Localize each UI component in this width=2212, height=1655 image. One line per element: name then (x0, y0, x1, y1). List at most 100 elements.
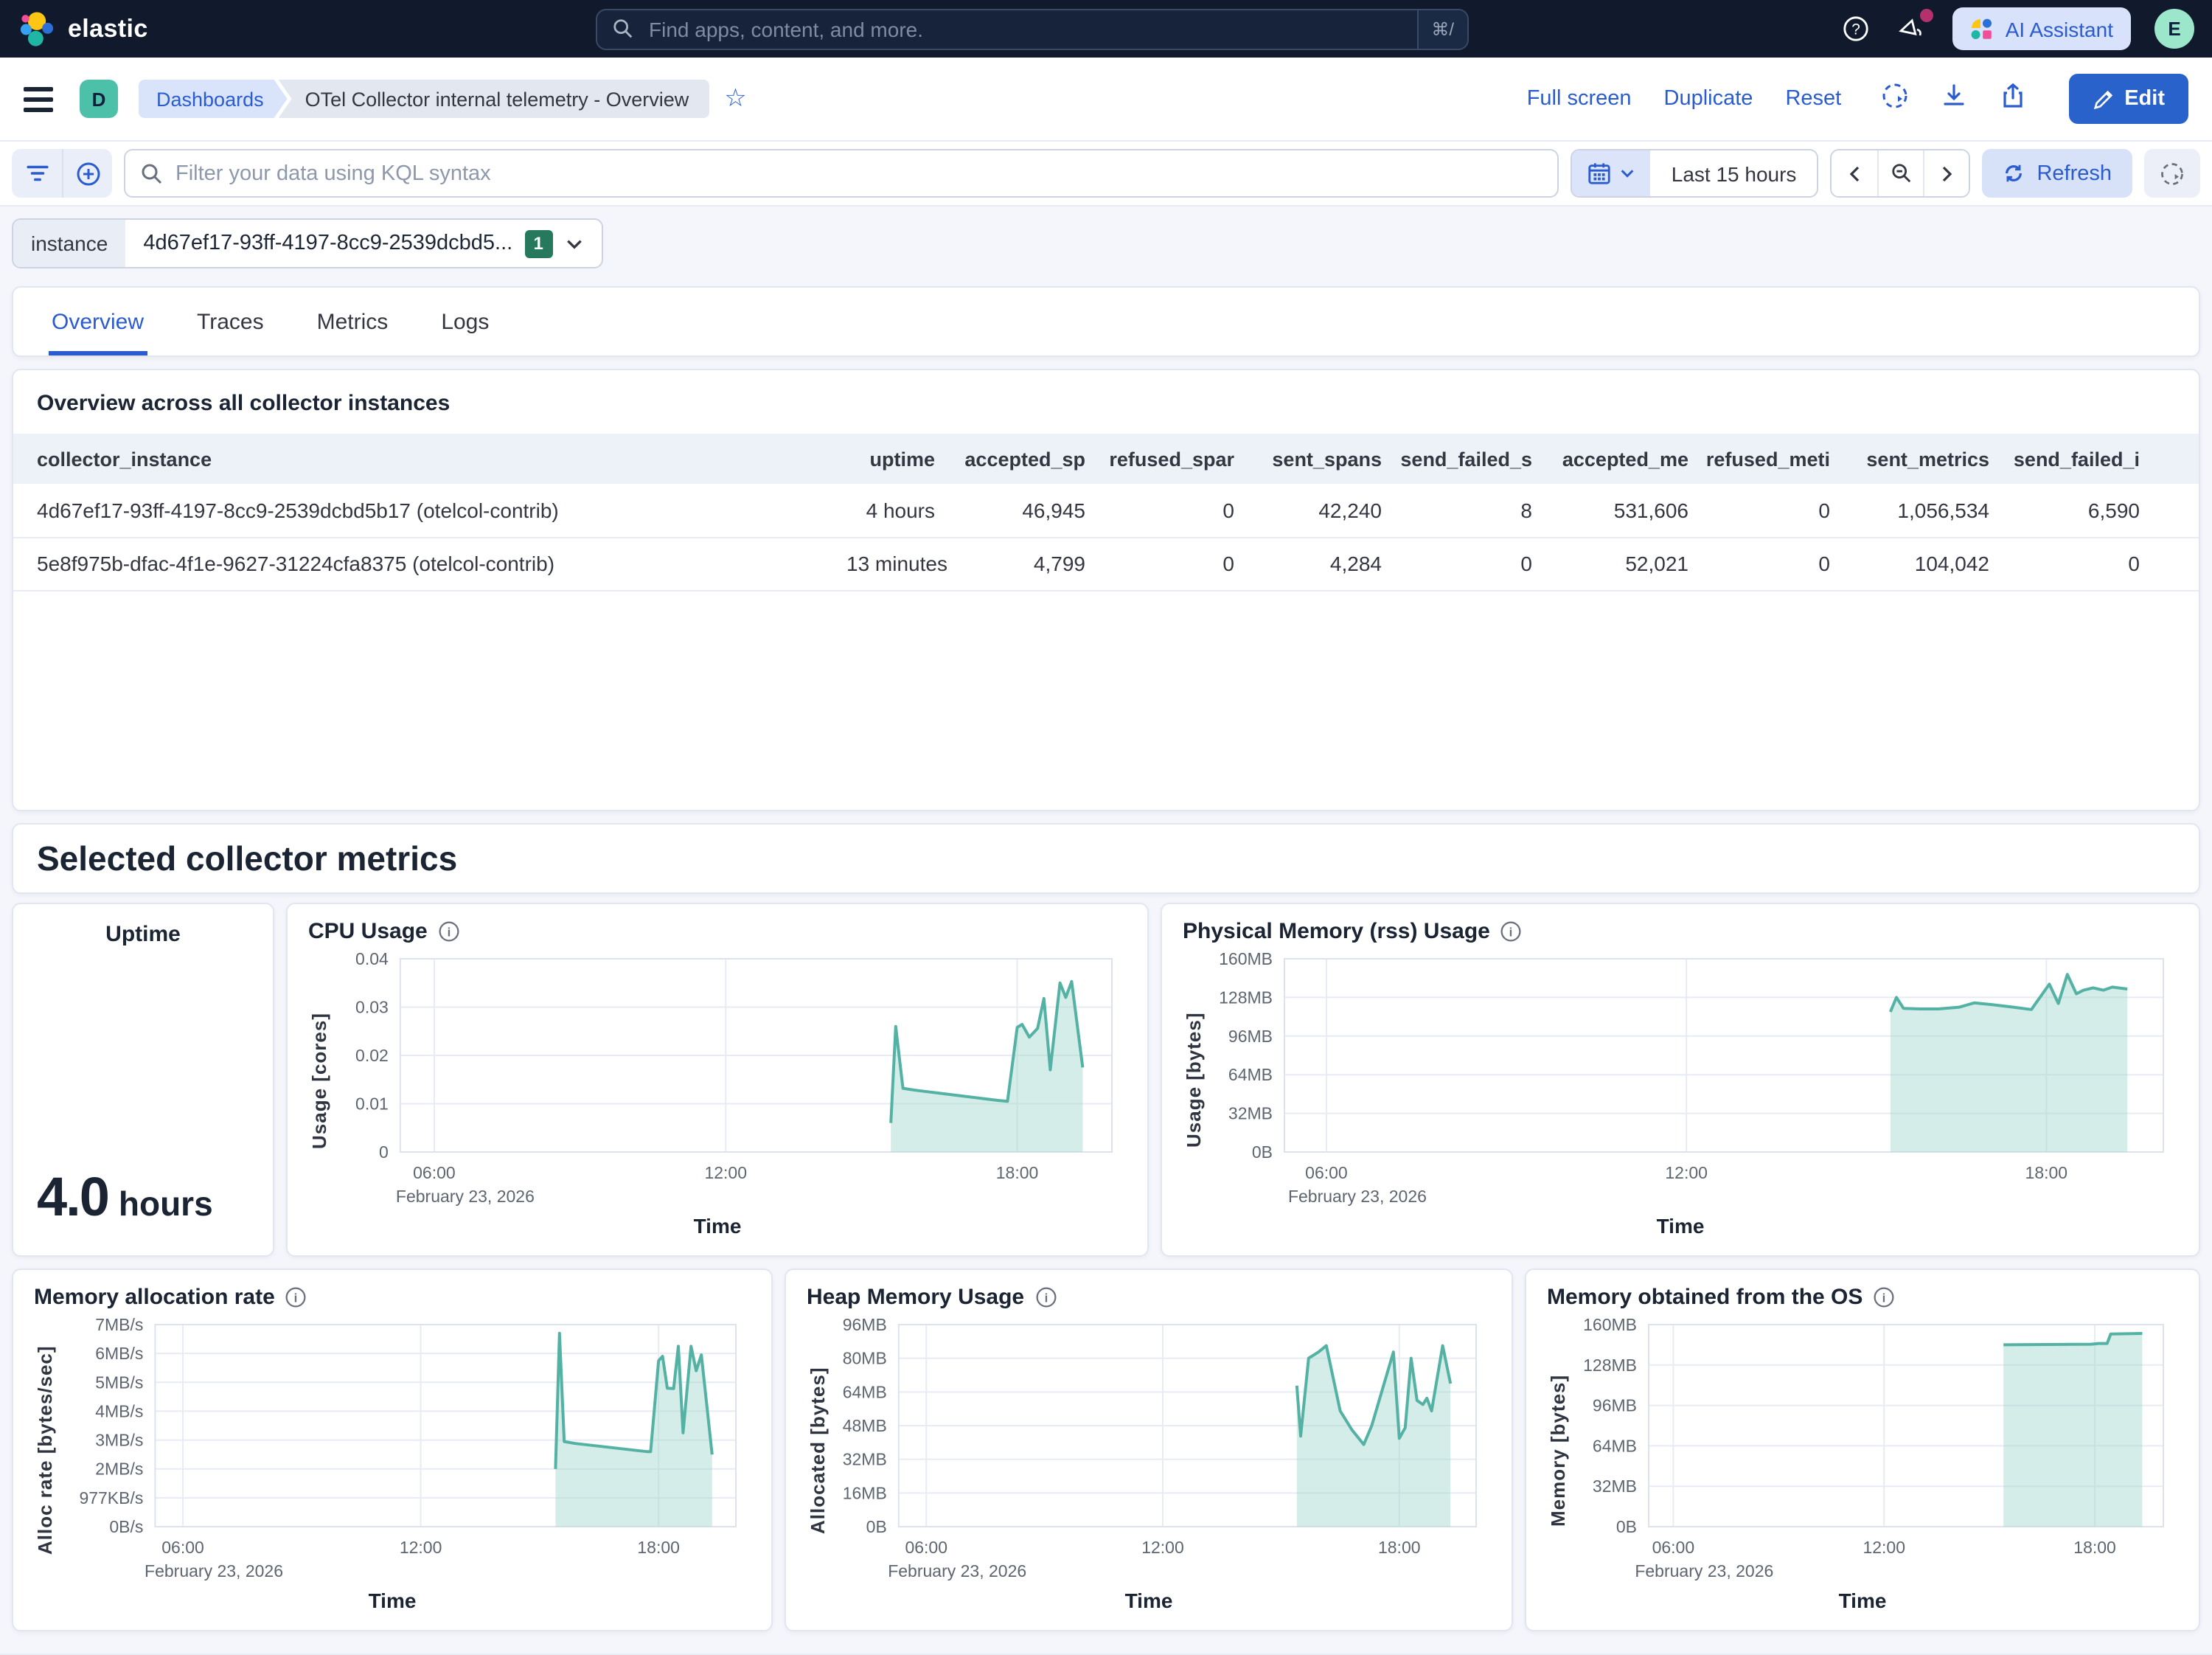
svg-text:160MB: 160MB (1583, 1316, 1637, 1334)
time-range-label[interactable]: Last 15 hours (1651, 162, 1818, 185)
svg-text:80MB: 80MB (843, 1349, 887, 1368)
tab-metrics[interactable]: Metrics (314, 291, 392, 355)
cpu-y-axis-label: Usage [cores] (308, 950, 338, 1211)
favorite-star-icon[interactable]: ☆ (724, 84, 747, 114)
ai-assistant-label: AI Assistant (2006, 17, 2113, 41)
auto-refresh-icon[interactable] (2144, 149, 2200, 198)
heap-memory-usage-chart: 0B16MB32MB48MB64MB80MB96MB06:0012:0018:0… (836, 1316, 1491, 1586)
schedule-report-icon[interactable] (1879, 80, 1909, 117)
avatar[interactable]: E (2154, 9, 2194, 49)
reset-link[interactable]: Reset (1785, 87, 1841, 111)
kql-query-input-wrap[interactable] (124, 149, 1559, 198)
column-header[interactable]: collector_instance (13, 434, 846, 484)
svg-text:128MB: 128MB (1219, 988, 1273, 1007)
svg-text:64MB: 64MB (1228, 1065, 1273, 1084)
edit-button[interactable]: Edit (2068, 74, 2188, 124)
tab-overview[interactable]: Overview (49, 291, 147, 355)
table-cell: 2 (2154, 484, 2200, 537)
heap-chart-title: Heap Memory Usage (807, 1285, 1024, 1310)
column-header[interactable]: accepted_sp (950, 434, 1100, 484)
cpu-x-axis-label: Time (308, 1211, 1127, 1243)
metrics-section-title: Selected collector metrics (37, 839, 457, 878)
alloc-y-axis-label: Alloc rate [bytes/sec] (34, 1316, 63, 1586)
info-icon[interactable]: i (438, 920, 460, 943)
instance-control[interactable]: instance 4d67ef17-93ff-4197-8cc9-2539dcb… (12, 218, 602, 268)
refresh-button[interactable]: Refresh (1982, 149, 2132, 198)
column-header[interactable]: refused_spar (1100, 434, 1249, 484)
metrics-section-header: Selected collector metrics (12, 823, 2200, 894)
uptime-panel[interactable]: Uptime 4.0 hours (12, 903, 274, 1257)
whats-new-icon[interactable] (1896, 13, 1929, 45)
info-icon[interactable]: i (1034, 1286, 1057, 1308)
svg-text:February 23, 2026: February 23, 2026 (1288, 1187, 1427, 1206)
kql-query-input[interactable] (175, 162, 1543, 185)
info-icon[interactable]: i (285, 1286, 307, 1308)
column-header[interactable]: accepted_me (1547, 434, 1703, 484)
tab-list: Overview Traces Metrics Logs (12, 286, 2200, 357)
column-header[interactable]: uptime (846, 434, 950, 484)
tab-traces[interactable]: Traces (194, 291, 267, 355)
date-picker-button[interactable] (1573, 150, 1651, 196)
heap-memory-usage-panel[interactable]: Heap Memory Usage i Allocated [bytes] 0B… (785, 1269, 1513, 1631)
time-prev-icon[interactable] (1832, 150, 1877, 196)
rss-usage-chart: 0B32MB64MB96MB128MB160MB06:0012:0018:00F… (1212, 950, 2178, 1211)
time-next-icon[interactable] (1923, 150, 1969, 196)
info-icon[interactable]: i (1873, 1286, 1895, 1308)
column-header[interactable]: refused_meti (1703, 434, 1845, 484)
table-cell: 0 (2004, 537, 2154, 590)
column-header[interactable]: accep (2154, 434, 2200, 484)
info-icon[interactable]: i (1500, 920, 1523, 943)
svg-text:96MB: 96MB (843, 1316, 887, 1334)
column-header[interactable]: send_failed_i (2004, 434, 2154, 484)
menu-icon[interactable] (24, 86, 53, 111)
share-icon[interactable] (1997, 80, 2027, 117)
filter-icon[interactable] (12, 149, 62, 198)
table-cell: 46,945 (950, 484, 1100, 537)
svg-text:0B/s: 0B/s (109, 1517, 143, 1536)
refresh-label: Refresh (2037, 162, 2112, 185)
cpu-chart-title: CPU Usage (308, 919, 428, 944)
dashboard-app-badge[interactable]: D (80, 80, 118, 118)
table-cell: 8 (1397, 484, 1547, 537)
memory-from-os-panel[interactable]: Memory obtained from the OS i Memory [by… (1525, 1269, 2200, 1631)
tab-logs[interactable]: Logs (438, 291, 492, 355)
dashboard-content: instance 4d67ef17-93ff-4197-8cc9-2539dcb… (0, 207, 2212, 1655)
table-row: 5e8f975b-dfac-4f1e-9627-31224cfa8375 (ot… (13, 537, 2200, 590)
ai-assistant-icon (1970, 17, 1994, 41)
cpu-usage-panel[interactable]: CPU Usage i Usage [cores] 00.010.020.030… (286, 903, 1149, 1257)
instance-count-badge: 1 (524, 229, 552, 257)
os-y-axis-label: Memory [bytes] (1547, 1316, 1576, 1586)
rss-usage-panel[interactable]: Physical Memory (rss) Usage i Usage [byt… (1161, 903, 2200, 1257)
svg-text:06:00: 06:00 (413, 1163, 456, 1182)
svg-text:February 23, 2026: February 23, 2026 (396, 1187, 535, 1206)
svg-text:i: i (447, 925, 451, 939)
alloc-x-axis-label: Time (34, 1586, 751, 1618)
rss-chart-title: Physical Memory (rss) Usage (1183, 919, 1490, 944)
global-search[interactable]: ⌘/ (596, 8, 1469, 49)
memory-allocation-rate-panel[interactable]: Memory allocation rate i Alloc rate [byt… (12, 1269, 773, 1631)
column-header[interactable]: sent_metrics (1845, 434, 2004, 484)
svg-text:i: i (1510, 925, 1514, 939)
breadcrumb-dashboards[interactable]: Dashboards (139, 80, 288, 118)
uptime-title: Uptime (31, 922, 255, 947)
duplicate-link[interactable]: Duplicate (1664, 87, 1753, 111)
svg-text:0B: 0B (1252, 1142, 1273, 1162)
notification-dot (1920, 8, 1933, 21)
pencil-icon (2092, 88, 2114, 110)
add-filter-icon[interactable] (62, 149, 112, 198)
download-icon[interactable] (1938, 80, 1968, 117)
zoom-out-icon[interactable] (1877, 150, 1923, 196)
svg-text:160MB: 160MB (1219, 950, 1273, 968)
ai-assistant-button[interactable]: AI Assistant (1952, 7, 2131, 50)
table-body: 4d67ef17-93ff-4197-8cc9-2539dcbd5b17 (ot… (13, 484, 2200, 590)
table-cell: 0 (1703, 537, 1845, 590)
table-cell: 6,590 (2004, 484, 2154, 537)
column-header[interactable]: send_failed_s (1397, 434, 1547, 484)
elastic-logo[interactable]: elastic (18, 10, 549, 48)
table-cell: 4 hours (846, 484, 950, 537)
column-header[interactable]: sent_spans (1249, 434, 1397, 484)
full-screen-link[interactable]: Full screen (1527, 87, 1632, 111)
help-icon[interactable]: ? (1840, 13, 1873, 45)
rss-y-axis-label: Usage [bytes] (1183, 950, 1212, 1211)
global-search-input[interactable] (643, 10, 1416, 48)
